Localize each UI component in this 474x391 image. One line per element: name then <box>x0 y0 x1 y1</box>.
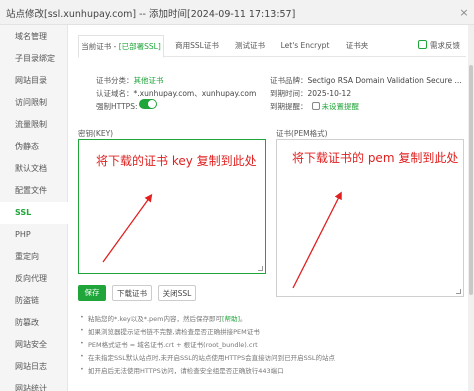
sidebar-item[interactable]: SSL <box>0 202 68 224</box>
resize-handle-icon[interactable] <box>258 266 263 271</box>
download-cert-button[interactable]: 下载证书 <box>112 285 152 301</box>
sidebar-item[interactable]: 防篡改 <box>0 312 68 334</box>
sidebar-item[interactable]: 伪静态 <box>0 136 68 158</box>
cert-brand-value: Sectigo RSA Domain Validation Secure ... <box>307 76 462 85</box>
cert-label: 证书(PEM格式) <box>276 129 328 138</box>
sidebar-item[interactable]: 配置文件 <box>0 180 68 202</box>
key-annotation: 将下载的证书 key 复制到此处 <box>96 154 257 168</box>
tab-cert-folder[interactable]: 证书夹 <box>340 35 374 57</box>
force-https-toggle[interactable] <box>139 99 157 109</box>
sidebar-item[interactable]: 网站统计 <box>0 378 68 391</box>
tab-test-cert[interactable]: 测试证书 <box>230 35 270 57</box>
set-reminder-link[interactable]: 未设置提醒 <box>322 102 360 111</box>
tip1-end: 。 <box>240 315 247 323</box>
cert-expiry-label: 到期时间： <box>270 89 308 98</box>
feedback-icon <box>418 40 427 49</box>
cert-domains-value: *.xunhupay.com、xunhupay.com <box>133 89 257 98</box>
cert-brand-label: 证书品牌： <box>270 76 308 85</box>
window-titlebar: 站点修改[ssl.xunhupay.com] -- 添加时间[2024-09-1… <box>0 0 474 25</box>
settings-sidebar: 域名管理 子目录绑定 网站目录 访问限制 流量限制 伪静态 默认文档 配置文件 SSL PHP 重定… <box>0 25 68 391</box>
force-https-row: 强制HTTPS: <box>96 101 137 112</box>
disable-ssl-button[interactable]: 关闭SSL <box>158 285 196 301</box>
sidebar-item[interactable]: 子目录绑定 <box>0 48 68 70</box>
tip5-text: 如开启后无法使用HTTPS访问，请检查安全组是否正确放行443端口 <box>88 367 284 375</box>
sidebar-item[interactable]: 流量限制 <box>0 114 68 136</box>
sidebar-item[interactable]: 域名管理 <box>0 26 68 48</box>
tip3-text: PEM格式证书 = 域名证书.crt + 根证书(root_bundle).cr… <box>88 341 258 349</box>
scrollbar[interactable] <box>468 25 474 391</box>
sidebar-item[interactable]: 默认文档 <box>0 158 68 180</box>
sidebar-item[interactable]: 反向代理 <box>0 268 68 290</box>
resize-handle-icon[interactable] <box>456 289 461 294</box>
sidebar-item[interactable]: 网站目录 <box>0 70 68 92</box>
expiry-reminder-label: 到期提醒： <box>270 102 308 111</box>
tab-current-cert[interactable]: 当前证书 - [已部署SSL] <box>78 35 164 58</box>
cert-type-value: 其他证书 <box>133 76 164 85</box>
help-link[interactable]: [帮助] <box>222 315 240 323</box>
sidebar-item[interactable]: 防盗链 <box>0 290 68 312</box>
force-https-label: 强制HTTPS: <box>96 102 138 111</box>
cert-domains-row: 认证域名：*.xunhupay.com、xunhupay.com <box>96 88 256 99</box>
tip4-text: 在未指定SSL默认站点时,未开启SSL的站点使用HTTPS会直接访问到已开启SS… <box>88 354 335 362</box>
cert-annotation: 将下载证书的 pem 复制到此处 <box>292 151 459 165</box>
cert-expiry-value: 2025-10-12 <box>307 89 352 98</box>
tab-current-cert-label: 当前证书 - <box>81 42 119 51</box>
sidebar-item[interactable]: 网站日志 <box>0 356 68 378</box>
sidebar-item[interactable]: 网站安全 <box>0 334 68 356</box>
close-icon[interactable]: × <box>454 0 474 25</box>
expiry-reminder-row: 到期提醒： 未设置提醒 <box>270 101 359 112</box>
scrollbar-thumb[interactable] <box>469 65 473 295</box>
sidebar-item[interactable]: 访问限制 <box>0 92 68 114</box>
window-title: 站点修改[ssl.xunhupay.com] -- 添加时间[2024-09-1… <box>6 9 296 20</box>
feedback-link[interactable]: 需求反馈 <box>418 40 460 51</box>
tab-commercial-ssl[interactable]: 商用SSL证书 <box>172 35 222 57</box>
save-button[interactable]: 保存 <box>78 285 106 301</box>
cert-type-row: 证书分类：其他证书 <box>96 75 164 86</box>
tip1-text: 粘贴您的*.key以及*.pem内容，然后保存即可 <box>88 315 222 323</box>
cert-expiry-row: 到期时间：2025-10-12 <box>270 88 351 99</box>
cert-brand-row: 证书品牌：Sectigo RSA Domain Validation Secur… <box>270 75 462 86</box>
cert-domains-label: 认证域名： <box>96 89 134 98</box>
ssl-tabbar: 当前证书 - [已部署SSL] 商用SSL证书 测试证书 Let's Encry… <box>78 35 466 58</box>
reminder-checkbox-icon[interactable] <box>311 102 320 110</box>
key-label: 密钥(KEY) <box>78 129 114 138</box>
feedback-label: 需求反馈 <box>430 41 460 50</box>
sidebar-item[interactable]: PHP <box>0 224 68 246</box>
tab-current-cert-status: [已部署SSL] <box>118 42 161 51</box>
tip2-text: 如果浏览器提示证书链不完整,请检查是否正确拼接PEM证书 <box>88 328 260 336</box>
sidebar-item[interactable]: 重定向 <box>0 246 68 268</box>
cert-type-label: 证书分类： <box>96 76 134 85</box>
tab-lets-encrypt[interactable]: Let's Encrypt <box>278 35 332 57</box>
